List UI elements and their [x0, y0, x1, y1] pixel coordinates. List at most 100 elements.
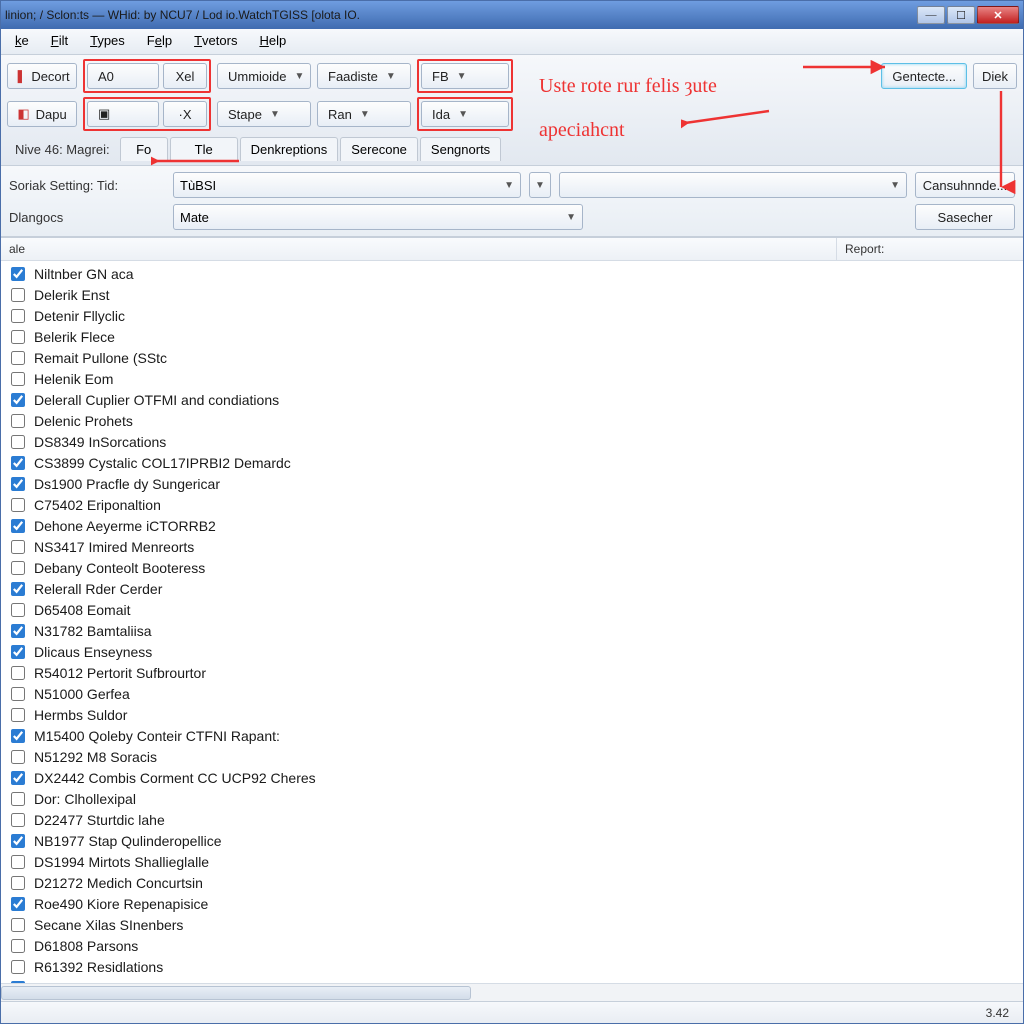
tab-sengnorts[interactable]: Sengnorts: [420, 137, 501, 161]
decort-button[interactable]: ❚ Decort: [7, 63, 77, 89]
gentecte-button[interactable]: Gentecte...: [881, 63, 967, 89]
faadiste-dropdown[interactable]: Faadiste▼: [317, 63, 411, 89]
list-item[interactable]: Debany Conteolt Booteress: [3, 557, 1021, 578]
list-item[interactable]: Helenik Eom: [3, 368, 1021, 389]
item-checkbox[interactable]: [11, 771, 25, 785]
item-checkbox[interactable]: [11, 540, 25, 554]
item-checkbox[interactable]: [11, 330, 25, 344]
item-checkbox[interactable]: [11, 666, 25, 680]
a0-field[interactable]: A0: [87, 63, 159, 89]
list-item[interactable]: Hermbs Suldor: [3, 704, 1021, 725]
item-checkbox[interactable]: [11, 855, 25, 869]
item-checkbox[interactable]: [11, 435, 25, 449]
horizontal-scrollbar[interactable]: [1, 983, 1023, 1001]
list-item[interactable]: DS8349 InSorcations: [3, 431, 1021, 452]
tab-serecone[interactable]: Serecone: [340, 137, 418, 161]
menu-help[interactable]: Help: [249, 29, 296, 54]
list-item[interactable]: N51292 M8 Soracis: [3, 746, 1021, 767]
tab-denkreptions[interactable]: Denkreptions: [240, 137, 339, 161]
list-item[interactable]: D21272 Medich Concurtsin: [3, 872, 1021, 893]
menu-ke[interactable]: ke: [5, 29, 39, 54]
item-checkbox[interactable]: [11, 561, 25, 575]
menu-filt[interactable]: Filt: [41, 29, 78, 54]
list-item[interactable]: Belerik Flece: [3, 326, 1021, 347]
item-checkbox[interactable]: [11, 498, 25, 512]
list-item[interactable]: Dor: Clhollexipal: [3, 788, 1021, 809]
item-checkbox[interactable]: [11, 288, 25, 302]
tab-fo[interactable]: Fo: [120, 137, 168, 161]
minimize-button[interactable]: —: [917, 6, 945, 24]
close-button[interactable]: ✕: [977, 6, 1019, 24]
item-checkbox[interactable]: [11, 708, 25, 722]
item-checkbox[interactable]: [11, 267, 25, 281]
list-item[interactable]: Remait Pullone (SStc: [3, 347, 1021, 368]
item-checkbox[interactable]: [11, 309, 25, 323]
list-item[interactable]: C75402 Eriponaltion: [3, 494, 1021, 515]
item-checkbox[interactable]: [11, 372, 25, 386]
list-item[interactable]: Roe490 Kiore Repenapisice: [3, 893, 1021, 914]
list-item[interactable]: Detenir Fllyclic: [3, 305, 1021, 326]
item-checkbox[interactable]: [11, 750, 25, 764]
item-checkbox[interactable]: [11, 477, 25, 491]
list-item[interactable]: Delerik Enst: [3, 284, 1021, 305]
dapu-button[interactable]: ◧ Dapu: [7, 101, 77, 127]
xel-button[interactable]: Xel: [163, 63, 207, 89]
list-item[interactable]: R61392 Residlations: [3, 956, 1021, 977]
list-item[interactable]: Dehone Aeyerme iCTORRB2: [3, 515, 1021, 536]
mate-combo[interactable]: Mate▼: [173, 204, 583, 230]
item-checkbox[interactable]: [11, 456, 25, 470]
menu-types[interactable]: Types: [80, 29, 135, 54]
item-checkbox[interactable]: [11, 897, 25, 911]
list-item[interactable]: Delenic Prohets: [3, 410, 1021, 431]
ummioide-dropdown[interactable]: Ummioide▼: [217, 63, 311, 89]
list-item[interactable]: M15400 Qoleby Conteir CTFNI Rapant:: [3, 725, 1021, 746]
menu-felp[interactable]: Felp: [137, 29, 182, 54]
scroll-thumb[interactable]: [1, 986, 471, 1000]
list-item[interactable]: Ds1900 Pracfle dy Sungericar: [3, 473, 1021, 494]
list-item[interactable]: D22477 Sturtdic lahe: [3, 809, 1021, 830]
secondary-combo[interactable]: ▼: [559, 172, 907, 198]
maximize-button[interactable]: ☐: [947, 6, 975, 24]
ran-dropdown[interactable]: Ran▼: [317, 101, 411, 127]
item-checkbox[interactable]: [11, 960, 25, 974]
stape-dropdown[interactable]: Stape▼: [217, 101, 311, 127]
item-list[interactable]: Niltnber GN acaDelerik EnstDetenir Fllyc…: [1, 261, 1023, 983]
list-item[interactable]: Dlicaus Enseyness: [3, 641, 1021, 662]
sasecher-button[interactable]: Sasecher: [915, 204, 1015, 230]
ida-dropdown[interactable]: Ida▼: [421, 101, 509, 127]
tab-tle[interactable]: Tle: [170, 137, 238, 161]
list-item[interactable]: N31782 Bamtaliisa: [3, 620, 1021, 641]
tid-combo[interactable]: TùBSI▼: [173, 172, 521, 198]
list-item[interactable]: D61808 Parsons: [3, 935, 1021, 956]
item-checkbox[interactable]: [11, 939, 25, 953]
list-item[interactable]: NB1977 Stap Qulinderopellice: [3, 830, 1021, 851]
list-item[interactable]: R54012 Pertorit Sufbrourtor: [3, 662, 1021, 683]
list-item[interactable]: DS1994 Mirtots Shallieglalle: [3, 851, 1021, 872]
item-checkbox[interactable]: [11, 414, 25, 428]
fb-dropdown[interactable]: FB▼: [421, 63, 509, 89]
list-item[interactable]: NS3417 Imired Menreorts: [3, 536, 1021, 557]
col-report[interactable]: Report:: [837, 238, 1023, 260]
item-checkbox[interactable]: [11, 624, 25, 638]
list-item[interactable]: Delerall Cuplier OTFMI and condiations: [3, 389, 1021, 410]
item-checkbox[interactable]: [11, 519, 25, 533]
item-checkbox[interactable]: [11, 603, 25, 617]
list-item[interactable]: Relerall Rder Cerder: [3, 578, 1021, 599]
item-checkbox[interactable]: [11, 687, 25, 701]
list-item[interactable]: N51000 Gerfea: [3, 683, 1021, 704]
list-item[interactable]: Niltnber GN aca: [3, 263, 1021, 284]
clear-button[interactable]: ·X: [163, 101, 207, 127]
item-checkbox[interactable]: [11, 876, 25, 890]
list-item[interactable]: CS3899 Cystalic COL17IPRBI2 Demardc: [3, 452, 1021, 473]
item-checkbox[interactable]: [11, 729, 25, 743]
col-ale[interactable]: ale: [1, 238, 837, 260]
tid-extra-dropdown[interactable]: ▼: [529, 172, 551, 198]
list-item[interactable]: D65408 Eomait: [3, 599, 1021, 620]
item-checkbox[interactable]: [11, 351, 25, 365]
item-checkbox[interactable]: [11, 645, 25, 659]
list-item[interactable]: Secane Xilas SInenbers: [3, 914, 1021, 935]
box-field[interactable]: ▣: [87, 101, 159, 127]
item-checkbox[interactable]: [11, 393, 25, 407]
diek-button[interactable]: Diek: [973, 63, 1017, 89]
cansuhnnde-button[interactable]: Cansuhnnde...: [915, 172, 1015, 198]
